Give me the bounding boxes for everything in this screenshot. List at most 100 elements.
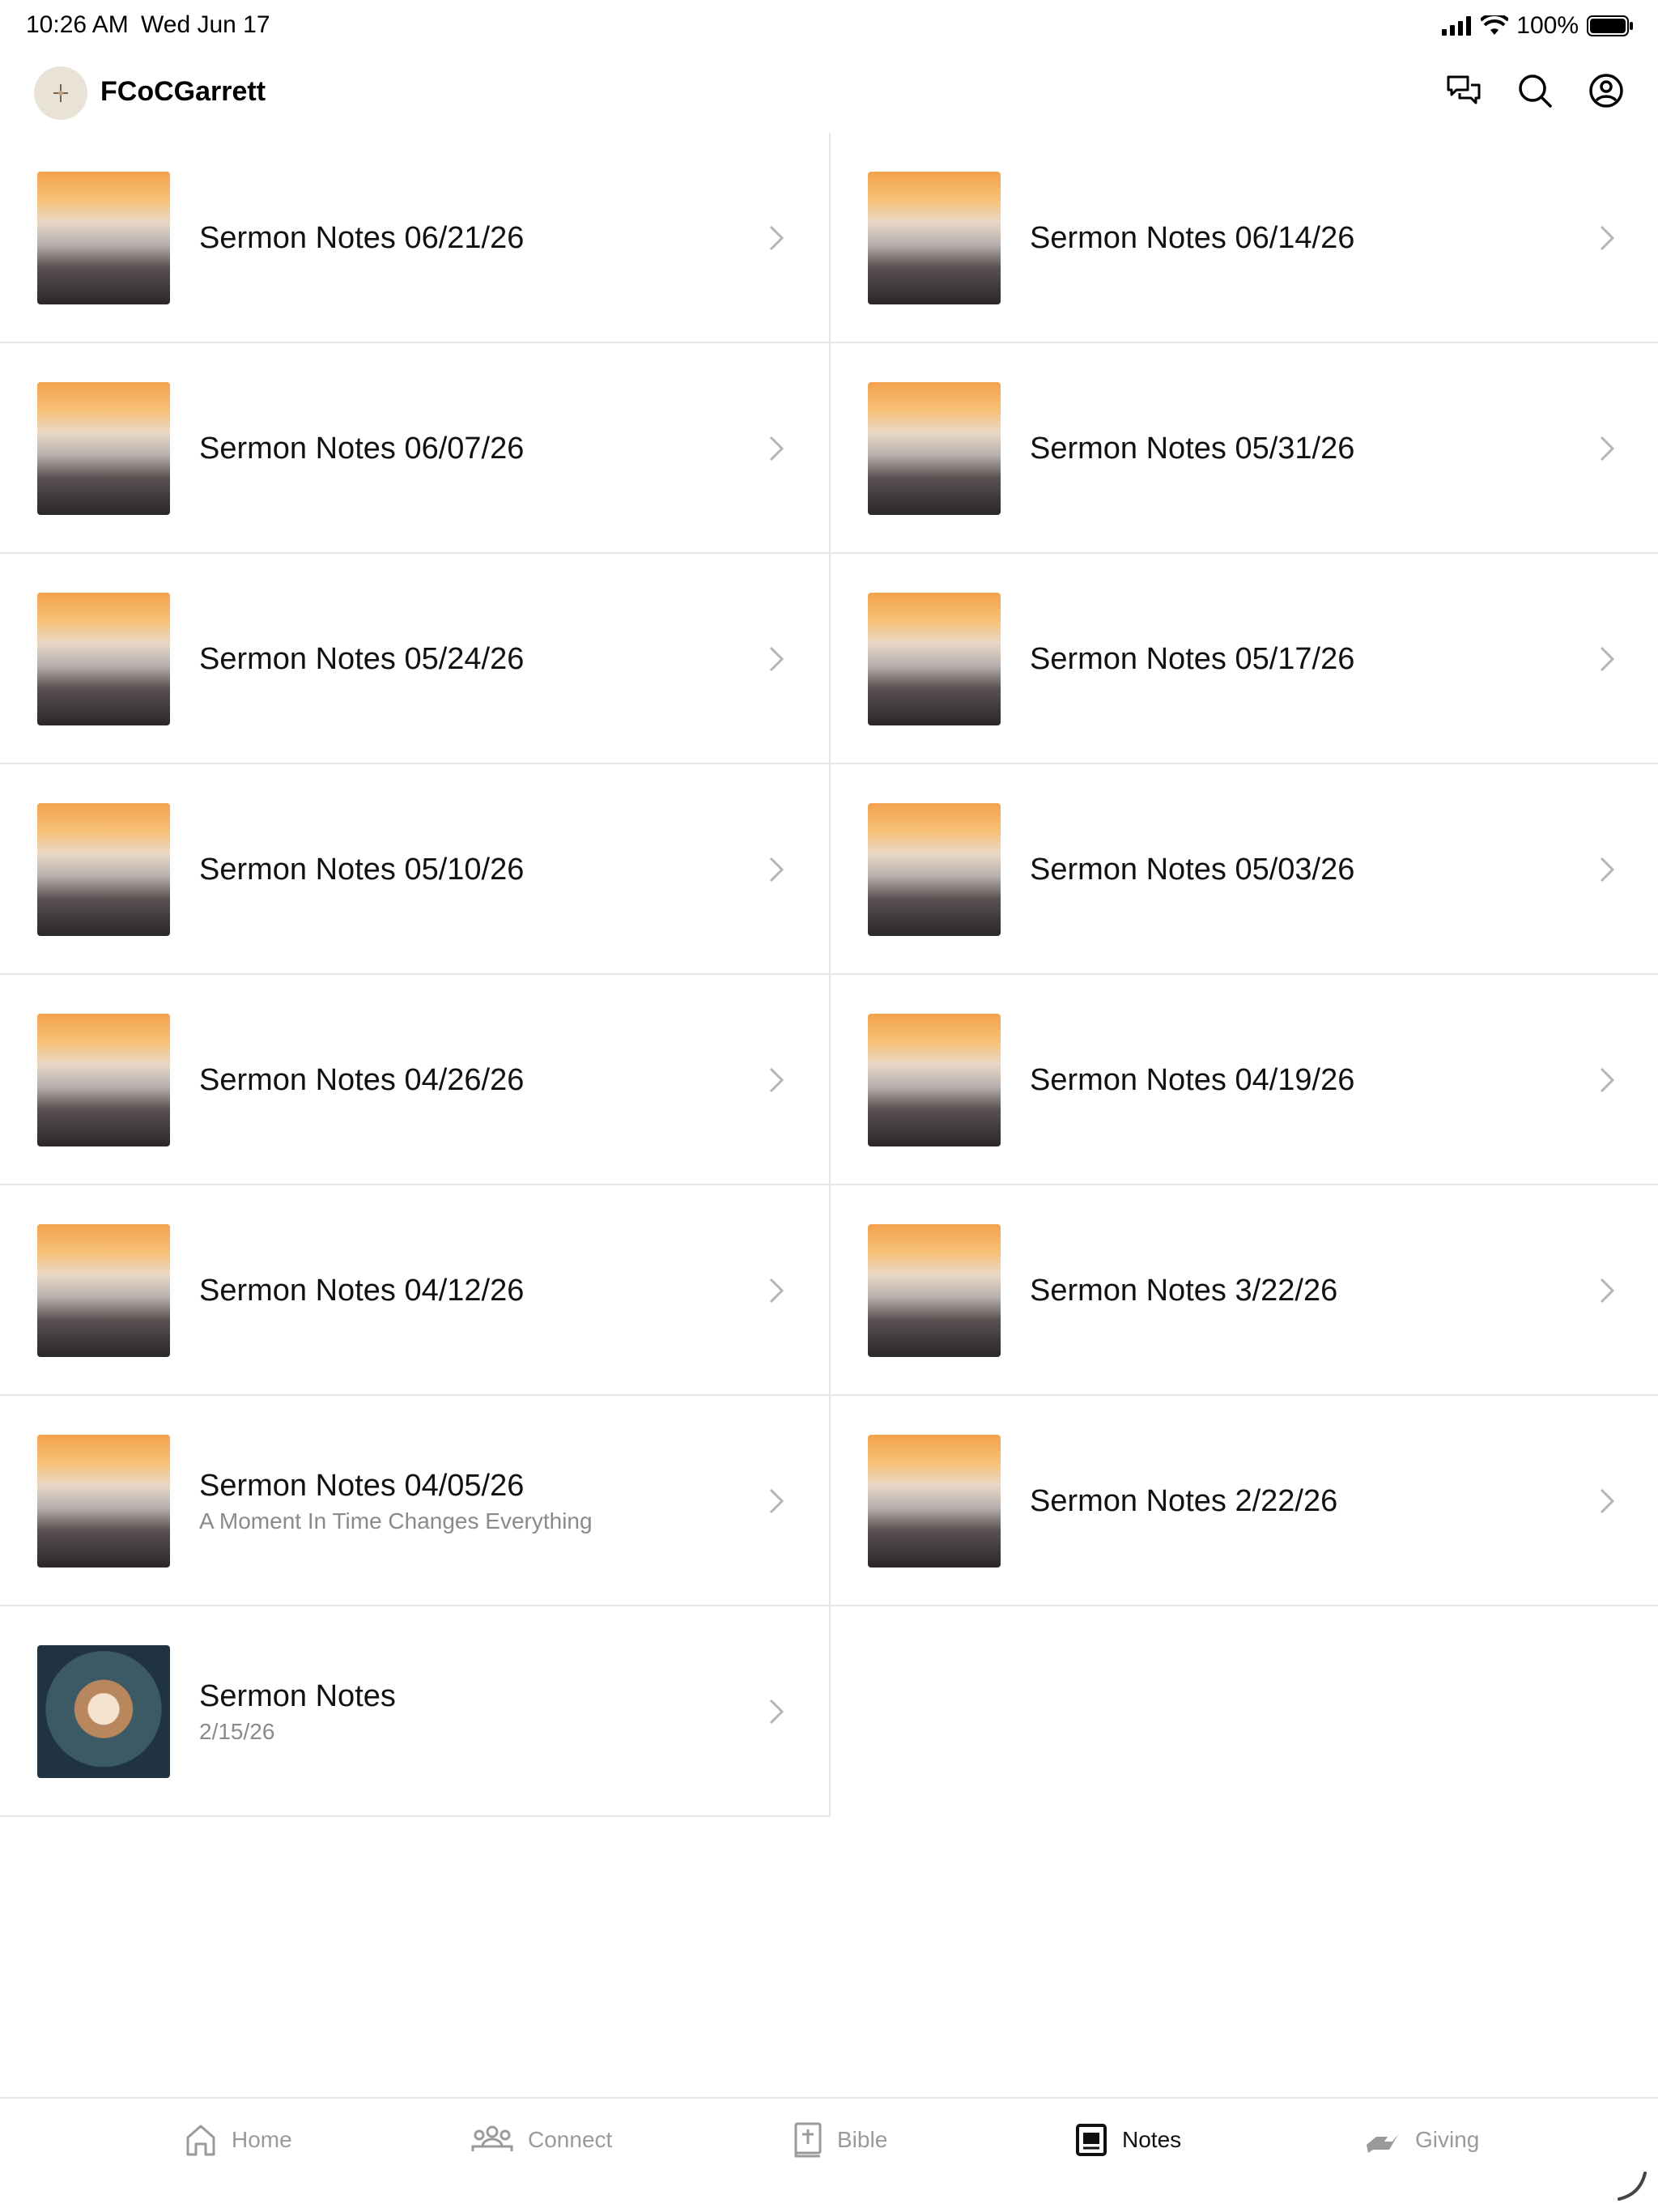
sunset-thumbnail <box>868 1014 1001 1146</box>
chevron-right-icon <box>1600 225 1615 251</box>
note-text: Sermon Notes 04/12/26 <box>199 1185 524 1396</box>
note-text: Sermon Notes 04/26/26 <box>199 975 524 1185</box>
note-list-item[interactable]: Sermon Notes 06/07/26 <box>0 343 829 554</box>
note-list-item[interactable]: Sermon Notes 04/05/26 A Moment In Time Ch… <box>0 1396 829 1606</box>
notes-icon <box>1076 2124 1107 2156</box>
note-list-item[interactable]: Sermon Notes 05/24/26 <box>0 554 829 764</box>
sunset-thumbnail <box>868 1435 1001 1568</box>
note-title: Sermon Notes 04/26/26 <box>199 1062 525 1097</box>
sunset-thumbnail <box>37 1435 170 1568</box>
note-text: Sermon Notes 05/03/26 <box>1030 764 1354 975</box>
note-title: Sermon Notes 06/07/26 <box>199 431 525 466</box>
logo-icon <box>53 84 68 102</box>
tab-bible-label: Bible <box>837 2127 888 2152</box>
sunset-thumbnail <box>868 593 1001 725</box>
chevron-right-icon <box>769 857 784 883</box>
battery-icon <box>1587 15 1633 36</box>
sunset-thumbnail <box>868 382 1001 515</box>
note-list-item[interactable]: Sermon Notes 04/19/26 <box>831 975 1658 1185</box>
status-indicators: 100% <box>1442 11 1634 40</box>
note-title: Sermon Notes 05/31/26 <box>1030 431 1355 466</box>
note-title: Sermon Notes <box>199 1678 396 1713</box>
sunset-thumbnail <box>37 1224 170 1357</box>
note-list-item[interactable]: Sermon Notes 05/31/26 <box>831 343 1658 554</box>
note-list-item[interactable]: Sermon Notes 04/26/26 <box>0 975 829 1185</box>
battery-percent: 100% <box>1516 12 1579 39</box>
note-list-item[interactable]: Sermon Notes 05/17/26 <box>831 554 1658 764</box>
status-bar: 10:26 AM Wed Jun 17 100% <box>0 0 1658 52</box>
note-subtitle: 2/15/26 <box>199 1718 275 1744</box>
note-text: Sermon Notes 06/21/26 <box>199 133 524 343</box>
note-list-item[interactable]: Sermon Notes 2/15/26 <box>0 1606 829 1817</box>
note-text: Sermon Notes 05/17/26 <box>1030 554 1354 764</box>
tab-bar: Home Connect Bible Notes Giving <box>0 2097 1658 2212</box>
status-date: Wed Jun 17 <box>141 11 270 38</box>
note-list-item[interactable]: Sermon Notes 06/21/26 <box>0 133 829 343</box>
note-list-item[interactable]: Sermon Notes 05/03/26 <box>831 764 1658 975</box>
chevron-right-icon <box>1600 1067 1615 1093</box>
tab-notes-label: Notes <box>1122 2127 1182 2152</box>
wifi-icon <box>1481 15 1509 35</box>
sunset-thumbnail <box>868 803 1001 936</box>
note-text: Sermon Notes 3/22/26 <box>1030 1185 1337 1396</box>
note-title: Sermon Notes 05/17/26 <box>1030 641 1355 676</box>
note-text: Sermon Notes 05/10/26 <box>199 764 524 975</box>
note-list-item[interactable]: Sermon Notes 06/14/26 <box>831 133 1658 343</box>
chevron-right-icon <box>769 436 784 462</box>
tab-notes[interactable]: Notes <box>1075 2120 1181 2160</box>
tab-home[interactable]: Home <box>185 2120 292 2160</box>
chevron-right-icon <box>769 646 784 672</box>
note-subtitle: A Moment In Time Changes Everything <box>199 1508 593 1534</box>
note-list-item[interactable]: Sermon Notes 2/22/26 <box>831 1396 1658 1606</box>
coffee-thumbnail <box>37 1645 170 1778</box>
sunset-thumbnail <box>37 382 170 515</box>
chevron-right-icon <box>769 1067 784 1093</box>
people-icon <box>471 2125 513 2151</box>
header-actions <box>1444 71 1626 110</box>
tab-giving[interactable]: Giving <box>1365 2120 1479 2160</box>
note-title: Sermon Notes 04/19/26 <box>1030 1062 1355 1097</box>
note-title: Sermon Notes 2/22/26 <box>1030 1483 1338 1518</box>
note-title: Sermon Notes 06/14/26 <box>1030 220 1355 255</box>
chevron-right-icon <box>769 1278 784 1304</box>
chevron-right-icon <box>1600 1278 1615 1304</box>
giving-icon <box>1367 2133 1399 2153</box>
note-text: Sermon Notes 04/05/26 A Moment In Time Ch… <box>199 1396 593 1606</box>
chevron-right-icon <box>769 1488 784 1514</box>
sunset-thumbnail <box>868 1224 1001 1357</box>
church-logo[interactable] <box>34 66 87 120</box>
note-text: Sermon Notes 06/07/26 <box>199 343 524 554</box>
chevron-right-icon <box>1600 857 1615 883</box>
note-title: Sermon Notes 05/10/26 <box>199 852 525 887</box>
status-time: 10:26 AM <box>26 11 129 38</box>
sunset-thumbnail <box>37 803 170 936</box>
chat-icon[interactable] <box>1444 71 1483 110</box>
tab-connect[interactable]: Connect <box>471 2120 612 2160</box>
signal-icon <box>1442 16 1472 36</box>
note-text: Sermon Notes 05/31/26 <box>1030 343 1354 554</box>
tab-home-label: Home <box>232 2127 292 2152</box>
note-title: Sermon Notes 05/24/26 <box>199 641 525 676</box>
note-title: Sermon Notes 06/21/26 <box>199 220 525 255</box>
chevron-right-icon <box>1600 646 1615 672</box>
note-text: Sermon Notes 04/19/26 <box>1030 975 1354 1185</box>
note-list-item[interactable]: Sermon Notes 3/22/26 <box>831 1185 1658 1396</box>
app-title: FCoCGarrett <box>100 76 266 107</box>
note-title: Sermon Notes 04/12/26 <box>199 1273 525 1308</box>
sunset-thumbnail <box>37 593 170 725</box>
note-list-item[interactable]: Sermon Notes 04/12/26 <box>0 1185 829 1396</box>
profile-icon[interactable] <box>1587 71 1626 110</box>
tab-connect-label: Connect <box>528 2127 613 2152</box>
sunset-thumbnail <box>37 172 170 304</box>
tab-bible[interactable]: Bible <box>793 2120 887 2160</box>
note-text: Sermon Notes 2/15/26 <box>199 1606 396 1817</box>
bible-icon <box>794 2122 822 2158</box>
sunset-thumbnail <box>868 172 1001 304</box>
note-title: Sermon Notes 05/03/26 <box>1030 852 1355 887</box>
tab-giving-label: Giving <box>1415 2127 1480 2152</box>
chevron-right-icon <box>1600 436 1615 462</box>
note-title: Sermon Notes 04/05/26 <box>199 1468 525 1503</box>
app-header: FCoCGarrett <box>0 52 1658 133</box>
note-list-item[interactable]: Sermon Notes 05/10/26 <box>0 764 829 975</box>
search-icon[interactable] <box>1516 71 1554 110</box>
